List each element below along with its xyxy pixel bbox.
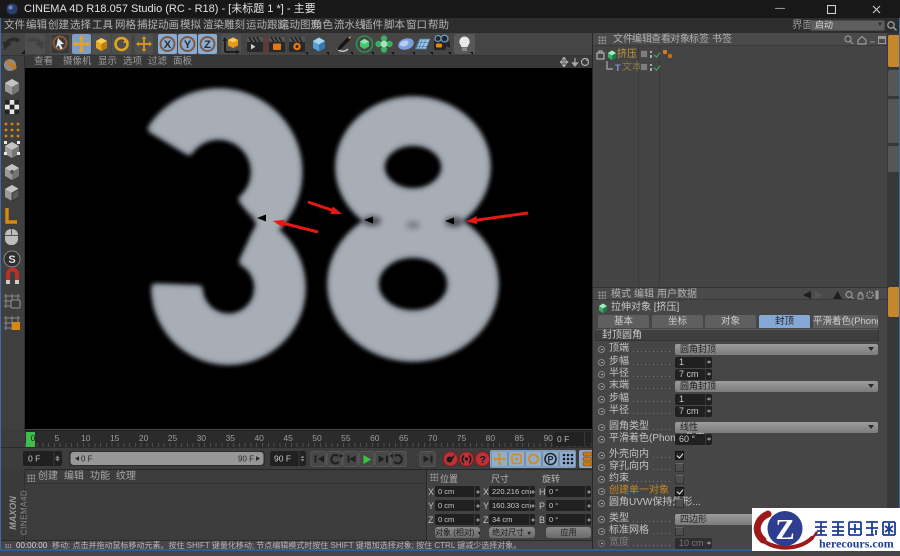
svg-text:herecours.com: herecours.com <box>819 537 894 551</box>
svg-text:?: ? <box>480 454 486 466</box>
svg-text:90 F: 90 F <box>274 454 291 464</box>
svg-text:Z: Z <box>204 39 211 51</box>
svg-text:X: X <box>164 39 172 51</box>
svg-text:Y: Y <box>184 39 192 51</box>
svg-text:0 F: 0 F <box>81 455 93 464</box>
svg-text:90 F: 90 F <box>238 455 254 464</box>
svg-text:Z: Z <box>775 514 794 546</box>
svg-text:S: S <box>8 254 15 266</box>
svg-text:0 F: 0 F <box>28 454 40 464</box>
svg-text:P: P <box>548 455 554 465</box>
